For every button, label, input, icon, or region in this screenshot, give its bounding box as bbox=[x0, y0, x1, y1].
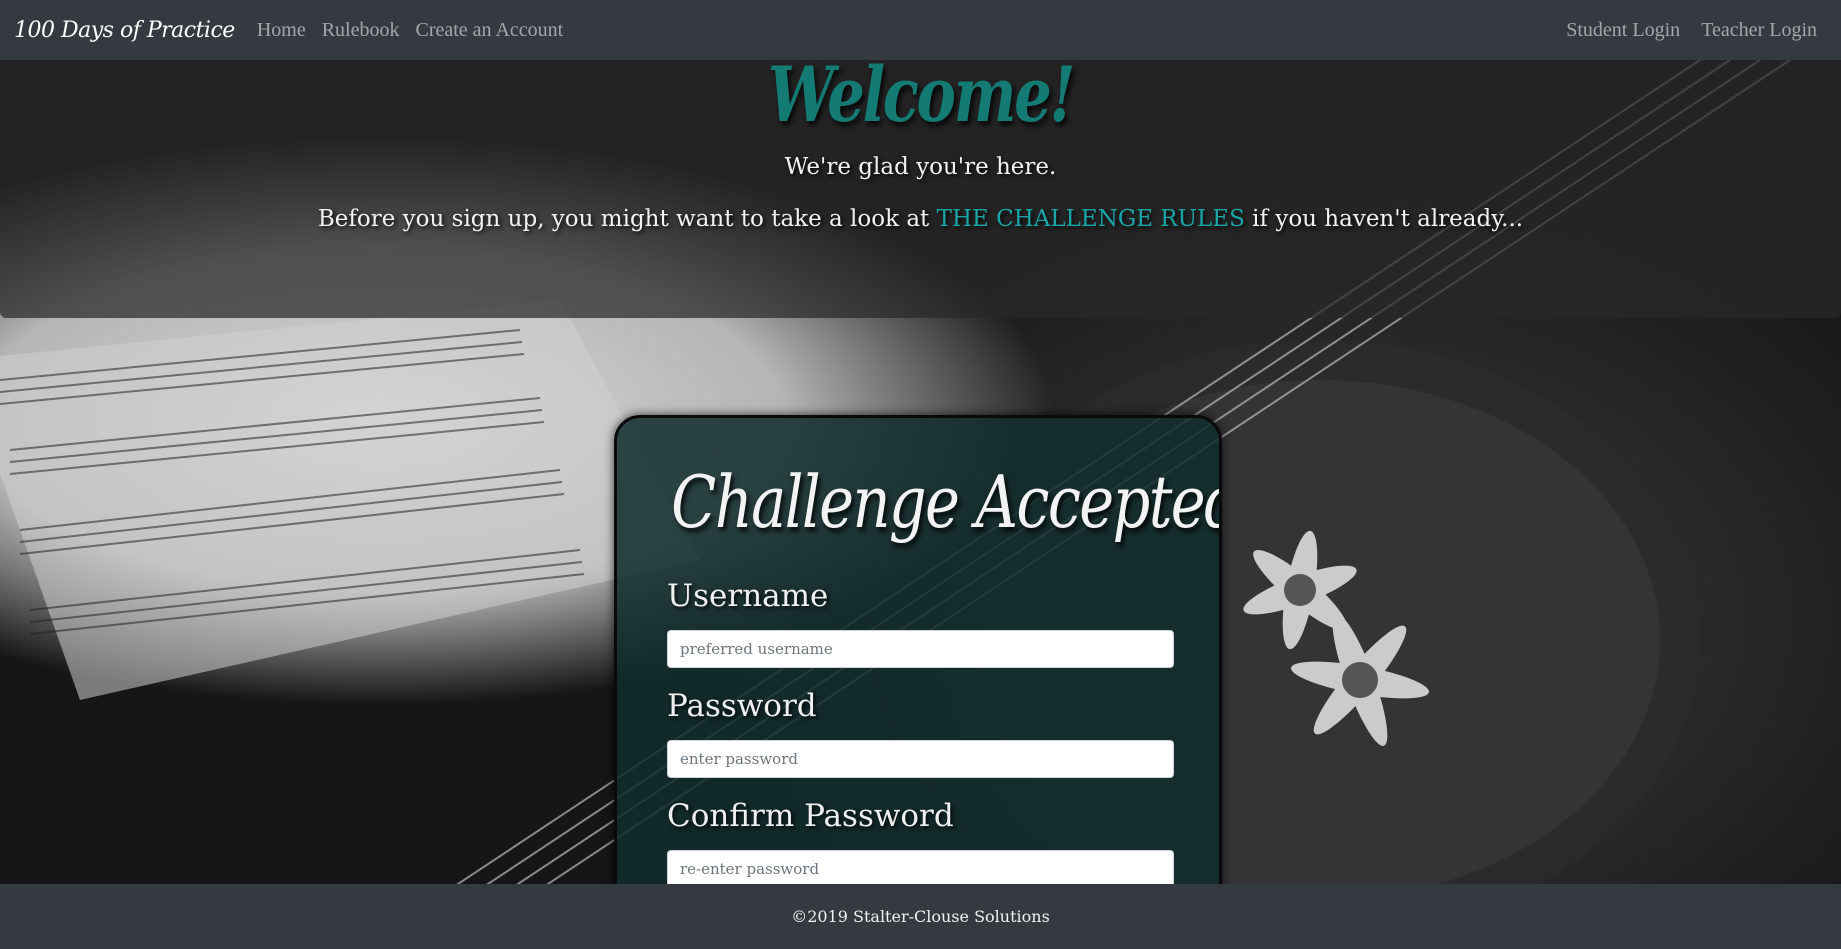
password-label: Password bbox=[667, 688, 817, 724]
nav-create-account-link[interactable]: Create an Account bbox=[415, 19, 563, 42]
rules-prompt: Before you sign up, you might want to ta… bbox=[0, 206, 1841, 232]
footer-copyright: ©2019 Stalter-Clouse Solutions bbox=[791, 907, 1050, 926]
nav-home-link[interactable]: Home bbox=[257, 19, 306, 42]
nav-student-login-link[interactable]: Student Login bbox=[1566, 19, 1680, 41]
challenge-rules-link[interactable]: THE CHALLENGE RULES bbox=[937, 206, 1245, 232]
welcome-jumbotron: Welcome! We're glad you're here. Before … bbox=[0, 50, 1841, 318]
password-input[interactable] bbox=[667, 740, 1174, 778]
page-footer: ©2019 Stalter-Clouse Solutions bbox=[0, 884, 1841, 949]
signup-form-card: Challenge Accepted! Username Password Co… bbox=[614, 415, 1222, 949]
welcome-subtitle: We're glad you're here. bbox=[784, 154, 1057, 180]
brand-logo[interactable]: 100 Days of Practice bbox=[14, 18, 235, 43]
rules-prompt-after: if you haven't already... bbox=[1244, 206, 1524, 232]
rules-prompt-before: Before you sign up, you might want to ta… bbox=[317, 206, 937, 232]
username-label: Username bbox=[667, 578, 829, 614]
nav-right-group: Student Login Teacher Login bbox=[1566, 19, 1827, 42]
confirm-password-label: Confirm Password bbox=[667, 798, 954, 834]
nav-rulebook-link[interactable]: Rulebook bbox=[322, 19, 400, 42]
welcome-heading: Welcome! bbox=[767, 50, 1076, 139]
top-navbar: 100 Days of Practice Home Rulebook Creat… bbox=[0, 0, 1841, 60]
nav-teacher-login-link[interactable]: Teacher Login bbox=[1701, 19, 1817, 41]
username-input[interactable] bbox=[667, 630, 1174, 668]
signup-title: Challenge Accepted! bbox=[671, 460, 1222, 544]
confirm-password-input[interactable] bbox=[667, 850, 1174, 888]
